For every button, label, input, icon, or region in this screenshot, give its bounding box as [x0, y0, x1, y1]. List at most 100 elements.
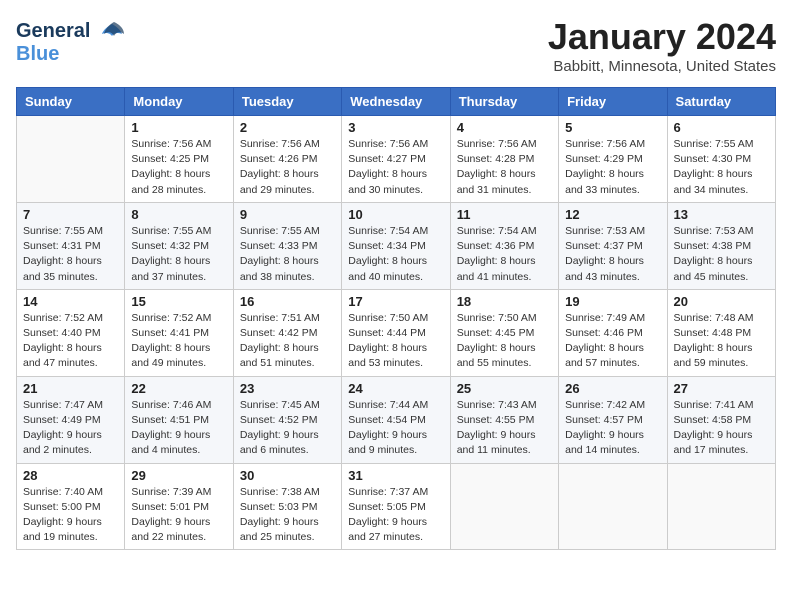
page-header: General Blue January 2024 Babbitt, Minne…: [16, 16, 776, 75]
day-info: Sunrise: 7:53 AM Sunset: 4:37 PM Dayligh…: [565, 224, 660, 285]
calendar-cell: 5 Sunrise: 7:56 AM Sunset: 4:29 PM Daylig…: [559, 116, 667, 203]
calendar-cell: 16 Sunrise: 7:51 AM Sunset: 4:42 PM Dayli…: [233, 289, 341, 376]
day-info: Sunrise: 7:55 AM Sunset: 4:32 PM Dayligh…: [131, 224, 226, 285]
calendar-cell: 13 Sunrise: 7:53 AM Sunset: 4:38 PM Dayli…: [667, 202, 775, 289]
calendar-cell: 20Sunrise: 7:48 AM Sunset: 4:48 PM Dayli…: [667, 289, 775, 376]
calendar-cell: [450, 463, 558, 550]
calendar-header-row: SundayMondayTuesdayWednesdayThursdayFrid…: [17, 88, 776, 116]
calendar-cell: 22 Sunrise: 7:46 AM Sunset: 4:51 PM Dayli…: [125, 376, 233, 463]
calendar-cell: 10 Sunrise: 7:54 AM Sunset: 4:34 PM Dayli…: [342, 202, 450, 289]
day-info: Sunrise: 7:47 AM Sunset: 4:49 PM Dayligh…: [23, 398, 118, 459]
day-info: Sunrise: 7:56 AM Sunset: 4:29 PM Dayligh…: [565, 137, 660, 198]
day-info: Sunrise: 7:46 AM Sunset: 4:51 PM Dayligh…: [131, 398, 226, 459]
day-number: 25: [457, 381, 552, 396]
calendar-cell: 26Sunrise: 7:42 AM Sunset: 4:57 PM Dayli…: [559, 376, 667, 463]
calendar-cell: [17, 116, 125, 203]
calendar-cell: [667, 463, 775, 550]
day-number: 12: [565, 207, 660, 222]
day-number: 23: [240, 381, 335, 396]
day-info: Sunrise: 7:55 AM Sunset: 4:30 PM Dayligh…: [674, 137, 769, 198]
day-info: Sunrise: 7:43 AM Sunset: 4:55 PM Dayligh…: [457, 398, 552, 459]
calendar-cell: 30 Sunrise: 7:38 AM Sunset: 5:03 PM Dayli…: [233, 463, 341, 550]
day-number: 24: [348, 381, 443, 396]
calendar-cell: 21Sunrise: 7:47 AM Sunset: 4:49 PM Dayli…: [17, 376, 125, 463]
header-monday: Monday: [125, 88, 233, 116]
day-number: 22: [131, 381, 226, 396]
calendar-week-2: 7 Sunrise: 7:55 AM Sunset: 4:31 PM Daylig…: [17, 202, 776, 289]
day-number: 15: [131, 294, 226, 309]
day-info: Sunrise: 7:51 AM Sunset: 4:42 PM Dayligh…: [240, 311, 335, 372]
day-number: 3: [348, 120, 443, 135]
calendar-cell: 27Sunrise: 7:41 AM Sunset: 4:58 PM Dayli…: [667, 376, 775, 463]
day-info: Sunrise: 7:52 AM Sunset: 4:40 PM Dayligh…: [23, 311, 118, 372]
day-number: 16: [240, 294, 335, 309]
day-number: 18: [457, 294, 552, 309]
day-info: Sunrise: 7:49 AM Sunset: 4:46 PM Dayligh…: [565, 311, 660, 372]
day-number: 6: [674, 120, 769, 135]
day-info: Sunrise: 7:44 AM Sunset: 4:54 PM Dayligh…: [348, 398, 443, 459]
day-info: Sunrise: 7:56 AM Sunset: 4:25 PM Dayligh…: [131, 137, 226, 198]
title-block: January 2024 Babbitt, Minnesota, United …: [548, 16, 776, 75]
day-number: 28: [23, 468, 118, 483]
day-info: Sunrise: 7:38 AM Sunset: 5:03 PM Dayligh…: [240, 485, 335, 546]
calendar-cell: 23 Sunrise: 7:45 AM Sunset: 4:52 PM Dayli…: [233, 376, 341, 463]
calendar-week-3: 14 Sunrise: 7:52 AM Sunset: 4:40 PM Dayli…: [17, 289, 776, 376]
day-info: Sunrise: 7:55 AM Sunset: 4:31 PM Dayligh…: [23, 224, 118, 285]
day-info: Sunrise: 7:53 AM Sunset: 4:38 PM Dayligh…: [674, 224, 769, 285]
header-saturday: Saturday: [667, 88, 775, 116]
month-title: January 2024: [548, 16, 776, 58]
calendar-cell: 1 Sunrise: 7:56 AM Sunset: 4:25 PM Daylig…: [125, 116, 233, 203]
calendar-cell: 17 Sunrise: 7:50 AM Sunset: 4:44 PM Dayli…: [342, 289, 450, 376]
calendar-cell: 12 Sunrise: 7:53 AM Sunset: 4:37 PM Dayli…: [559, 202, 667, 289]
calendar-cell: 11 Sunrise: 7:54 AM Sunset: 4:36 PM Dayli…: [450, 202, 558, 289]
calendar-cell: 25 Sunrise: 7:43 AM Sunset: 4:55 PM Dayli…: [450, 376, 558, 463]
day-number: 26: [565, 381, 660, 396]
logo-blue-text: Blue: [16, 43, 90, 66]
header-thursday: Thursday: [450, 88, 558, 116]
calendar-cell: [559, 463, 667, 550]
calendar-table: SundayMondayTuesdayWednesdayThursdayFrid…: [16, 87, 776, 550]
day-info: Sunrise: 7:39 AM Sunset: 5:01 PM Dayligh…: [131, 485, 226, 546]
day-number: 29: [131, 468, 226, 483]
calendar-cell: 14 Sunrise: 7:52 AM Sunset: 4:40 PM Dayli…: [17, 289, 125, 376]
calendar-week-4: 21Sunrise: 7:47 AM Sunset: 4:49 PM Dayli…: [17, 376, 776, 463]
day-number: 14: [23, 294, 118, 309]
day-number: 11: [457, 207, 552, 222]
day-info: Sunrise: 7:45 AM Sunset: 4:52 PM Dayligh…: [240, 398, 335, 459]
calendar-cell: 29 Sunrise: 7:39 AM Sunset: 5:01 PM Dayli…: [125, 463, 233, 550]
day-number: 1: [131, 120, 226, 135]
day-number: 7: [23, 207, 118, 222]
day-info: Sunrise: 7:54 AM Sunset: 4:36 PM Dayligh…: [457, 224, 552, 285]
day-number: 19: [565, 294, 660, 309]
calendar-cell: 18Sunrise: 7:50 AM Sunset: 4:45 PM Dayli…: [450, 289, 558, 376]
day-number: 27: [674, 381, 769, 396]
day-number: 2: [240, 120, 335, 135]
header-tuesday: Tuesday: [233, 88, 341, 116]
day-number: 13: [674, 207, 769, 222]
day-number: 5: [565, 120, 660, 135]
calendar-cell: 3 Sunrise: 7:56 AM Sunset: 4:27 PM Daylig…: [342, 116, 450, 203]
header-sunday: Sunday: [17, 88, 125, 116]
day-number: 9: [240, 207, 335, 222]
day-info: Sunrise: 7:50 AM Sunset: 4:44 PM Dayligh…: [348, 311, 443, 372]
calendar-cell: 7 Sunrise: 7:55 AM Sunset: 4:31 PM Daylig…: [17, 202, 125, 289]
location: Babbitt, Minnesota, United States: [548, 58, 776, 75]
logo-container: General Blue: [16, 20, 124, 66]
day-number: 17: [348, 294, 443, 309]
calendar-cell: 9Sunrise: 7:55 AM Sunset: 4:33 PM Daylig…: [233, 202, 341, 289]
day-info: Sunrise: 7:52 AM Sunset: 4:41 PM Dayligh…: [131, 311, 226, 372]
calendar-cell: 19 Sunrise: 7:49 AM Sunset: 4:46 PM Dayli…: [559, 289, 667, 376]
day-number: 30: [240, 468, 335, 483]
day-number: 10: [348, 207, 443, 222]
day-number: 31: [348, 468, 443, 483]
day-info: Sunrise: 7:54 AM Sunset: 4:34 PM Dayligh…: [348, 224, 443, 285]
day-info: Sunrise: 7:56 AM Sunset: 4:26 PM Dayligh…: [240, 137, 335, 198]
logo: General Blue: [16, 16, 124, 66]
day-info: Sunrise: 7:56 AM Sunset: 4:27 PM Dayligh…: [348, 137, 443, 198]
day-info: Sunrise: 7:56 AM Sunset: 4:28 PM Dayligh…: [457, 137, 552, 198]
calendar-cell: 8 Sunrise: 7:55 AM Sunset: 4:32 PM Daylig…: [125, 202, 233, 289]
day-number: 8: [131, 207, 226, 222]
day-number: 4: [457, 120, 552, 135]
calendar-cell: 15 Sunrise: 7:52 AM Sunset: 4:41 PM Dayli…: [125, 289, 233, 376]
calendar-cell: 6 Sunrise: 7:55 AM Sunset: 4:30 PM Daylig…: [667, 116, 775, 203]
